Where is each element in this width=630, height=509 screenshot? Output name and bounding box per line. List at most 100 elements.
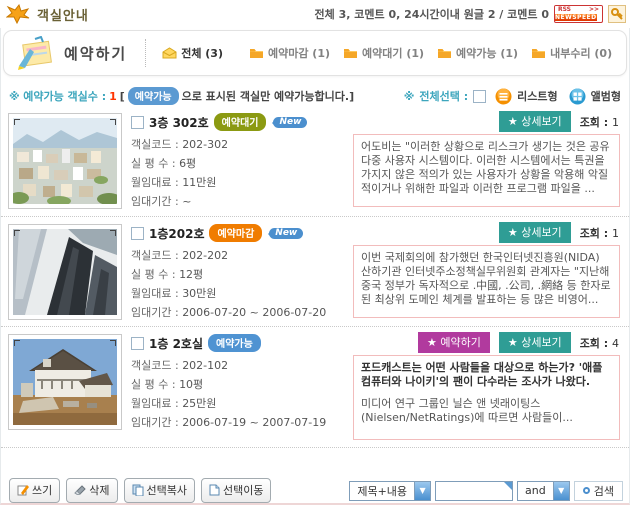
bracket: [	[119, 89, 125, 103]
field-label: 객실코드 :	[131, 359, 183, 372]
views-count: 1	[612, 115, 619, 129]
room-photo-cityscape[interactable]	[13, 118, 117, 204]
filter-row: ※ 예약가능 객실수 : 1 [ 예약가능 으로 표시된 객실만 예약가능합니다…	[9, 87, 621, 105]
marker: ※	[9, 89, 20, 103]
room-title[interactable]: 1층 2호실	[149, 335, 203, 352]
room-description: 어도비는 "이러한 상황으로 리스크가 생기는 것은 공유 다중 사용자 시스템…	[353, 134, 620, 207]
room-photo-house[interactable]	[13, 339, 117, 425]
description-text: 어도비는 "이러한 상황으로 리스크가 생기는 것은 공유 다중 사용자 시스템…	[361, 140, 610, 195]
description-text: 이번 국제회의에 참가했던 한국인터넷진흥원(NIDA) 산하기관 인터넷주소정…	[361, 251, 611, 306]
copy-label: 선택복사	[146, 484, 187, 497]
board-stats: 전체 3, 코멘트 0, 24시간이내 원글 2 / 코멘트 0	[314, 8, 549, 21]
field-label: 실 평 수 :	[131, 157, 180, 170]
divider	[145, 39, 147, 67]
available-badge: 예약가능	[127, 87, 179, 105]
search-button[interactable]: 검색	[573, 480, 623, 501]
room-checkbox[interactable]	[131, 336, 144, 350]
detail-button[interactable]: ★ 상세보기	[498, 222, 571, 243]
delete-button[interactable]: 삭제	[66, 478, 118, 503]
tab-label: 예약대기 (1)	[362, 47, 425, 60]
copy-selection-button[interactable]: 선택복사	[123, 478, 195, 503]
copy-icon	[132, 484, 144, 496]
move-label: 선택이동	[222, 484, 264, 497]
page-header: 객실안내 전체 3, 코멘트 0, 24시간이내 원글 2 / 코멘트 0 RS…	[0, 0, 630, 28]
album-view-label[interactable]: 앨범형	[591, 88, 621, 104]
field-value: 202-202	[182, 249, 229, 262]
available-count-label: 예약가능 객실수 :	[23, 90, 107, 103]
select-all-label: 전체선택 :	[419, 90, 469, 103]
page-title: 객실안내	[37, 8, 89, 24]
mascot-icon	[6, 4, 30, 24]
room-photo-frame	[8, 334, 122, 430]
tab-repair[interactable]: 내부수리 (0)	[531, 45, 612, 61]
room-photo-skyscrapers[interactable]	[13, 229, 117, 315]
room-title[interactable]: 1층202호	[149, 225, 204, 242]
field-value: 12평	[179, 268, 204, 281]
room-fields: 객실코드 : 202-102 실 평 수 : 10평 월임대료 : 25만원 임…	[131, 356, 326, 432]
search-operator-select[interactable]: and ▼	[517, 480, 570, 501]
rss-label: RSS	[558, 6, 571, 13]
room-checkbox[interactable]	[131, 226, 144, 240]
board-tabbar: 예약하기 전체 (3) 예약마감 (1) 예약대기 (1) 예약가능 (1) 내…	[3, 30, 627, 76]
tab-label: 예약마감 (1)	[267, 47, 331, 60]
field-value: 6평	[179, 157, 197, 170]
tab-all[interactable]: 전체 (3)	[162, 45, 223, 61]
tab-label: 내부수리 (0)	[550, 47, 613, 60]
description-text: 미디어 연구 그룹인 닐슨 앤 넷래이팅스 (Nielsen/NetRating…	[361, 397, 573, 424]
move-selection-button[interactable]: 선택이동	[200, 478, 272, 503]
album-view-icon[interactable]	[569, 88, 586, 105]
key-icon[interactable]	[608, 5, 626, 23]
write-button[interactable]: 쓰기	[9, 478, 61, 503]
folder-icon	[531, 47, 546, 59]
field-label: 객실코드 :	[131, 249, 183, 262]
views-count: 4	[612, 336, 619, 350]
room-description: 포드캐스트는 어떤 사람들을 대상으로 하는가? '애플 컴퓨터와 나이키'의 …	[353, 355, 620, 440]
field-value: 10평	[179, 378, 204, 391]
tab-label: 예약가능 (1)	[456, 47, 519, 60]
room-description: 이번 국제회의에 참가했던 한국인터넷진흥원(NIDA) 산하기관 인터넷주소정…	[353, 245, 620, 318]
tab-available[interactable]: 예약가능 (1)	[437, 45, 518, 61]
field-value: 202-102	[182, 359, 229, 372]
detail-button[interactable]: ★ 상세보기	[498, 111, 571, 132]
field-label: 월임대료 :	[131, 176, 183, 189]
available-note: 으로 표시된 객실만 예약가능합니다.]	[181, 90, 355, 103]
detail-button[interactable]: ★ 상세보기	[498, 332, 571, 353]
reserve-button[interactable]: ★ 예약하기	[418, 332, 490, 353]
search-operator-value: and	[525, 484, 546, 497]
room-photo-frame	[8, 224, 122, 320]
room-title[interactable]: 3층 302호	[149, 114, 209, 131]
search-label: 검색	[593, 484, 614, 498]
tab-closed[interactable]: 예약마감 (1)	[249, 45, 330, 61]
field-label: 임대기간 :	[131, 416, 183, 429]
field-value: ~	[182, 195, 192, 208]
field-label: 임대기간 :	[131, 306, 183, 319]
list-view-label[interactable]: 리스트형	[517, 88, 557, 104]
room-checkbox[interactable]	[131, 115, 144, 129]
bottom-toolbar: 쓰기 삭제 선택복사 선택이동 제목+내용 ▼ and ▼ 검색	[9, 478, 623, 503]
search-input[interactable]	[435, 480, 514, 501]
new-badge: New	[268, 227, 304, 239]
new-badge: New	[272, 116, 308, 128]
search-input-wrap	[435, 480, 514, 501]
status-badge: 예약마감	[209, 224, 263, 242]
views-label: 조회 :	[579, 226, 612, 240]
field-label: 실 평 수 :	[131, 268, 180, 281]
list-view-icon[interactable]	[495, 88, 512, 105]
memo-icon	[17, 36, 55, 70]
room-row: 3층 302호 예약대기 New 객실코드 : 202-302 실 평 수 : …	[1, 106, 629, 216]
field-label: 실 평 수 :	[131, 378, 180, 391]
search-icon	[582, 487, 590, 494]
rss-newspeed-badge[interactable]: RSS >> NEWSPEED	[554, 5, 603, 23]
select-all-checkbox[interactable]	[473, 89, 487, 103]
room-photo-frame	[8, 113, 122, 209]
marker: ※	[403, 89, 415, 103]
eraser-icon	[74, 485, 86, 495]
folder-icon	[249, 47, 264, 59]
field-value: 25만원	[182, 397, 217, 410]
description-lead: 포드캐스트는 어떤 사람들을 대상으로 하는가? '애플 컴퓨터와 나이키'의 …	[361, 361, 603, 388]
search-field-value: 제목+내용	[357, 484, 408, 498]
room-fields: 객실코드 : 202-302 실 평 수 : 6평 월임대료 : 11만원 임대…	[131, 135, 228, 211]
tab-waiting[interactable]: 예약대기 (1)	[343, 45, 424, 61]
search-field-select[interactable]: 제목+내용 ▼	[349, 480, 432, 501]
board-title: 예약하기	[64, 44, 128, 63]
